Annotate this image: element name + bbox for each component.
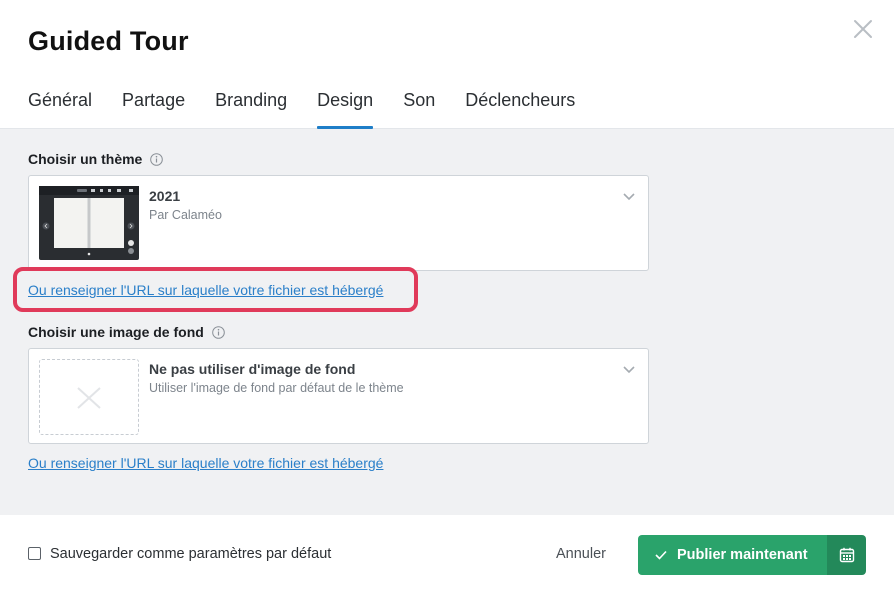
theme-section-label: Choisir un thème	[28, 151, 164, 167]
background-select[interactable]: Ne pas utiliser d'image de fond Utiliser…	[28, 348, 649, 444]
dialog-title: Guided Tour	[28, 26, 189, 56]
publish-button[interactable]: Publier maintenant	[638, 535, 828, 575]
cancel-button[interactable]: Annuler	[556, 546, 606, 562]
theme-select[interactable]: 2021 Par Calaméo	[28, 175, 649, 271]
theme-author: Par Calaméo	[149, 208, 222, 222]
info-icon[interactable]	[150, 152, 164, 166]
theme-url-link[interactable]: Ou renseigner l'URL sur laquelle votre f…	[28, 282, 383, 298]
save-default-checkbox[interactable]	[28, 547, 41, 560]
calendar-icon	[839, 547, 854, 563]
close-icon[interactable]	[852, 18, 874, 40]
schedule-button[interactable]	[827, 535, 866, 575]
no-image-icon	[77, 387, 101, 409]
publish-label: Publier maintenant	[677, 547, 808, 563]
tab-son[interactable]: Son	[403, 90, 435, 129]
tab-partage[interactable]: Partage	[122, 90, 185, 129]
chevron-down-icon	[622, 362, 636, 374]
theme-name: 2021	[149, 188, 181, 204]
background-section-label: Choisir une image de fond	[28, 324, 225, 340]
dialog-header: Guided Tour Général Partage Branding Des…	[0, 0, 894, 129]
info-icon[interactable]	[211, 325, 225, 339]
checkmark-icon	[655, 550, 667, 560]
tab-branding[interactable]: Branding	[215, 90, 287, 129]
chevron-down-icon	[622, 189, 636, 201]
tab-bar: Général Partage Branding Design Son Décl…	[28, 90, 605, 129]
background-description: Utiliser l'image de fond par défaut de l…	[149, 381, 404, 395]
tab-design[interactable]: Design	[317, 90, 374, 129]
theme-label-text: Choisir un thème	[28, 151, 143, 167]
background-name: Ne pas utiliser d'image de fond	[149, 361, 356, 377]
tab-general[interactable]: Général	[28, 90, 92, 129]
background-thumbnail	[39, 359, 139, 435]
theme-thumbnail	[39, 186, 139, 260]
background-url-link[interactable]: Ou renseigner l'URL sur laquelle votre f…	[28, 455, 383, 471]
save-default-label[interactable]: Sauvegarder comme paramètres par défaut	[50, 546, 331, 562]
background-label-text: Choisir une image de fond	[28, 324, 204, 340]
tab-declencheurs[interactable]: Déclencheurs	[465, 90, 575, 129]
